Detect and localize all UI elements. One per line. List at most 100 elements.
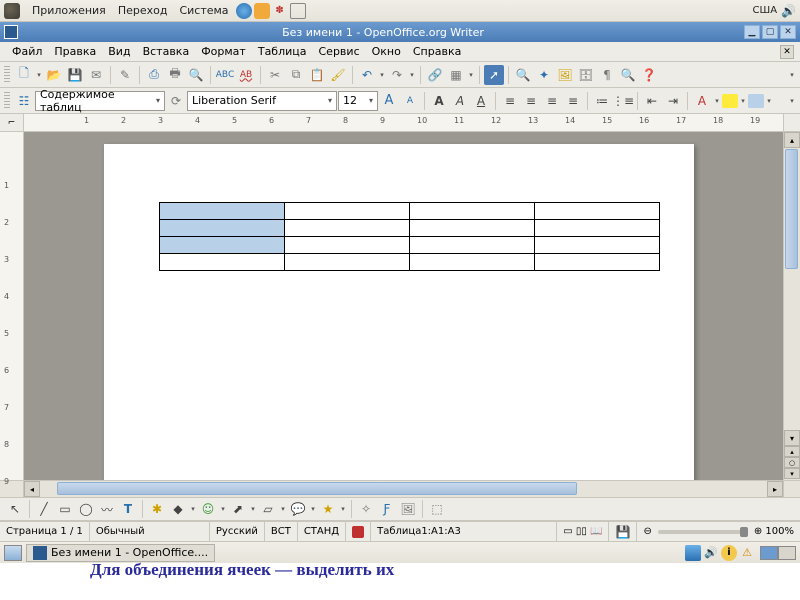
close-document-button[interactable]: ✕ — [780, 45, 794, 59]
bold-button[interactable]: A — [429, 91, 449, 111]
callout-shapes-button[interactable]: 💬 — [288, 499, 308, 519]
workspace-2[interactable] — [778, 546, 796, 560]
vertical-ruler[interactable]: 123456789 — [0, 132, 24, 480]
align-left-button[interactable]: ≡ — [500, 91, 520, 111]
align-justify-button[interactable]: ≡ — [563, 91, 583, 111]
find-button[interactable]: 🔍 — [513, 65, 533, 85]
symbol-shapes-dropdown[interactable]: ▾ — [219, 505, 227, 513]
gnome-menu-system[interactable]: Система — [173, 2, 234, 19]
document-viewport[interactable] — [24, 132, 783, 480]
hyperlink-button[interactable]: 🔗 — [425, 65, 445, 85]
volume-icon[interactable]: 🔊 — [781, 4, 796, 18]
menu-insert[interactable]: Вставка — [137, 43, 196, 60]
zoom-knob[interactable] — [740, 527, 748, 537]
print-button[interactable]: 🖶 — [165, 65, 185, 85]
basic-shapes-dropdown[interactable]: ▾ — [189, 505, 197, 513]
sound-tray-icon[interactable]: 🔊 — [703, 545, 719, 561]
bgcolor-button[interactable] — [748, 94, 764, 108]
shrink-font-button[interactable]: A — [400, 91, 420, 111]
scroll-up-button[interactable]: ▴ — [784, 132, 800, 148]
redo-dropdown[interactable]: ▾ — [408, 71, 416, 79]
align-center-button[interactable]: ≡ — [521, 91, 541, 111]
show-draw-button[interactable]: ➚ — [484, 65, 504, 85]
freeform-tool-button[interactable]: 〰 — [97, 499, 117, 519]
table-cell[interactable] — [285, 237, 410, 254]
status-style[interactable]: Обычный — [90, 522, 210, 541]
open-button[interactable]: 📂 — [44, 65, 64, 85]
menu-file[interactable]: Файл — [6, 43, 48, 60]
table-cell[interactable] — [535, 203, 660, 220]
status-page[interactable]: Страница 1 / 1 — [0, 522, 90, 541]
undo-button[interactable]: ↶ — [357, 65, 377, 85]
points-button[interactable]: ✧ — [356, 499, 376, 519]
help-launcher-icon[interactable]: ✽ — [272, 3, 288, 19]
menu-edit[interactable]: Правка — [48, 43, 102, 60]
table-cell[interactable] — [410, 237, 535, 254]
new-doc-dropdown[interactable]: ▾ — [35, 71, 43, 79]
warning-tray-icon[interactable]: ⚠ — [739, 545, 755, 561]
highlight-dropdown[interactable]: ▾ — [739, 97, 747, 105]
textbox-tool-button[interactable]: T — [118, 499, 138, 519]
nav-button[interactable]: ○ — [784, 457, 800, 468]
select-tool-button[interactable]: ↖ — [5, 499, 25, 519]
basic-shapes-button[interactable]: ◆ — [168, 499, 188, 519]
gallery-button[interactable]: 🖼 — [555, 65, 575, 85]
dropdown-arrow-icon[interactable]: ▾ — [152, 96, 160, 105]
vscroll-thumb[interactable] — [785, 149, 798, 269]
style-update-button[interactable]: ⟳ — [166, 91, 186, 111]
status-cell-ref[interactable]: Таблица1:A1:A3 — [371, 522, 557, 541]
spellcheck-button[interactable]: ABC — [215, 65, 235, 85]
gnome-menu-places[interactable]: Переход — [112, 2, 174, 19]
increase-indent-button[interactable]: ⇥ — [663, 91, 683, 111]
star-dropdown[interactable]: ▾ — [339, 505, 347, 513]
horizontal-ruler[interactable]: ⌐ 12345678910111213141516171819 — [0, 114, 800, 132]
table-cell[interactable] — [285, 220, 410, 237]
flowchart-dropdown[interactable]: ▾ — [279, 505, 287, 513]
table-cell[interactable] — [410, 254, 535, 271]
workspace-1[interactable] — [760, 546, 778, 560]
scroll-left-button[interactable]: ◂ — [24, 481, 40, 497]
keyboard-layout-indicator[interactable]: США — [753, 5, 778, 16]
table-button[interactable]: ▦ — [446, 65, 466, 85]
table-cell[interactable] — [535, 237, 660, 254]
font-size-combo[interactable]: 12▾ — [338, 91, 378, 111]
export-pdf-button[interactable]: ⎙ — [144, 65, 164, 85]
toolbar-overflow[interactable]: ▾ — [788, 71, 796, 79]
arrow-shapes-dropdown[interactable]: ▾ — [249, 505, 257, 513]
table-cell[interactable] — [160, 203, 285, 220]
styles-window-button[interactable]: ☷ — [14, 91, 34, 111]
status-signature[interactable] — [346, 522, 371, 541]
document-table[interactable] — [159, 202, 660, 271]
table-cell[interactable] — [160, 254, 285, 271]
highlight-button[interactable] — [722, 94, 738, 108]
save-button[interactable]: 💾 — [65, 65, 85, 85]
arrow-shapes-button[interactable]: ⬈ — [228, 499, 248, 519]
scroll-down-button[interactable]: ▾ — [784, 430, 800, 446]
ruler-tab-selector[interactable]: ⌐ — [0, 114, 24, 131]
hscroll-track[interactable] — [40, 481, 767, 497]
toolbar-grip[interactable] — [4, 66, 10, 84]
callout-tool-button[interactable]: ✱ — [147, 499, 167, 519]
toolbar-grip[interactable] — [4, 92, 10, 110]
autospell-button[interactable]: AB — [236, 65, 256, 85]
datasources-button[interactable]: 🗄 — [576, 65, 596, 85]
table-cell[interactable] — [535, 254, 660, 271]
decrease-indent-button[interactable]: ⇤ — [642, 91, 662, 111]
new-doc-button[interactable]: 🗋 — [14, 65, 34, 85]
menu-help[interactable]: Справка — [407, 43, 467, 60]
table-cell[interactable] — [535, 220, 660, 237]
status-language[interactable]: Русский — [210, 522, 265, 541]
nonprint-button[interactable]: ¶ — [597, 65, 617, 85]
table-cell[interactable] — [285, 254, 410, 271]
zoom-button[interactable]: 🔍 — [618, 65, 638, 85]
next-page-button[interactable]: ▾ — [784, 468, 800, 479]
font-color-button[interactable]: A — [692, 91, 712, 111]
prev-page-button[interactable]: ▴ — [784, 446, 800, 457]
cut-button[interactable]: ✂ — [265, 65, 285, 85]
zoom-value[interactable]: 100% — [765, 526, 794, 537]
scroll-right-button[interactable]: ▸ — [767, 481, 783, 497]
italic-button[interactable]: A — [450, 91, 470, 111]
hscroll-thumb[interactable] — [57, 482, 577, 495]
zoom-out-button[interactable]: ⊖ — [643, 526, 651, 537]
close-button[interactable]: ✕ — [780, 25, 796, 39]
